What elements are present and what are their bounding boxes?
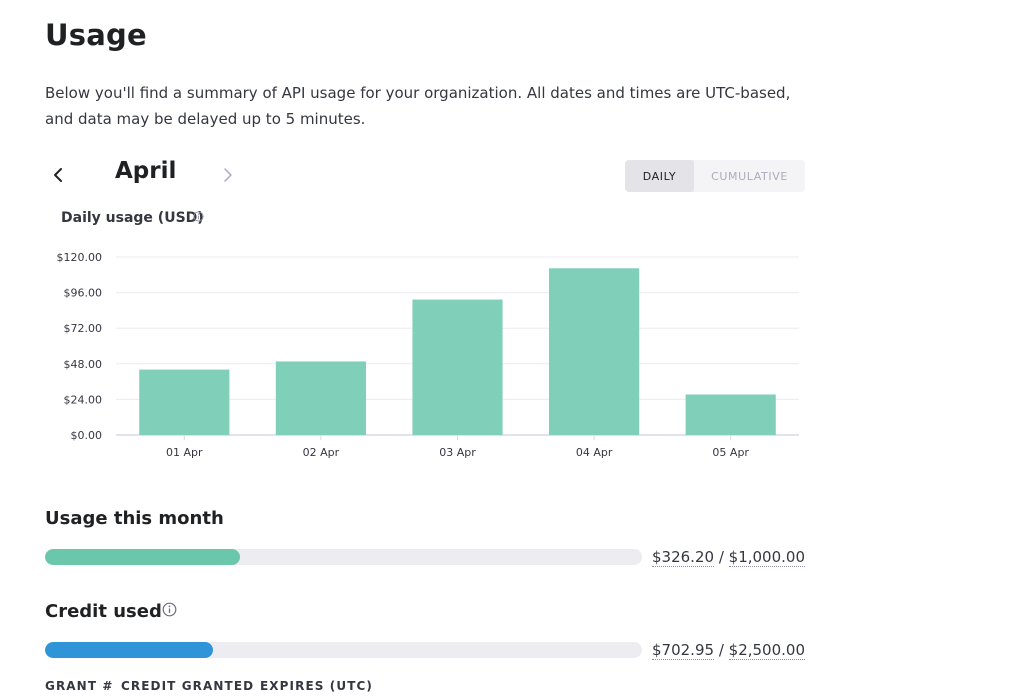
usage-progress-bar — [45, 549, 642, 565]
column-header-grant: GRANT # — [45, 679, 114, 693]
month-label: April — [115, 158, 177, 184]
y-tick-label: $96.00 — [64, 287, 103, 300]
y-tick-label: $120.00 — [57, 251, 103, 264]
credit-progress-bar — [45, 642, 642, 658]
x-tick-label: 01 Apr — [166, 446, 203, 459]
chart-bar — [139, 369, 230, 435]
chart-bar — [685, 394, 776, 435]
chart-bar — [412, 299, 503, 435]
view-toggle: DAILY CUMULATIVE — [625, 160, 805, 192]
info-icon[interactable] — [162, 602, 177, 617]
credit-used-heading: Credit used — [45, 601, 162, 622]
page-description: Below you'll find a summary of API usage… — [45, 84, 791, 128]
chart-bar — [275, 361, 366, 435]
tab-cumulative[interactable]: CUMULATIVE — [694, 160, 805, 192]
usage-limit-link[interactable]: $1,000.00 — [728, 548, 805, 567]
info-icon[interactable] — [193, 211, 204, 222]
column-header-credit-granted: CREDIT GRANTED — [121, 679, 255, 693]
x-tick-label: 04 Apr — [576, 446, 613, 459]
x-tick-label: 05 Apr — [712, 446, 749, 459]
x-tick-label: 03 Apr — [439, 446, 476, 459]
usage-used-link[interactable]: $326.20 — [652, 548, 715, 567]
y-tick-label: $72.00 — [64, 322, 103, 335]
previous-month-button[interactable] — [47, 163, 69, 187]
credit-separator: / — [718, 641, 724, 659]
usage-progress-fill — [45, 549, 240, 565]
daily-usage-chart: $0.00 $24.00 $48.00 $72.00 $96.00 $120.00 01 A… — [57, 251, 799, 459]
credit-amount: $702.95 / $2,500.00 — [652, 641, 805, 660]
usage-month-heading: Usage this month — [45, 508, 224, 529]
credit-progress-fill — [45, 642, 213, 658]
column-header-expires: EXPIRES (UTC) — [260, 679, 373, 693]
y-tick-label: $48.00 — [64, 358, 103, 371]
x-tick-label: 02 Apr — [303, 446, 340, 459]
tab-daily[interactable]: DAILY — [625, 160, 694, 192]
y-tick-label: $24.00 — [64, 393, 103, 406]
next-month-button[interactable] — [217, 163, 239, 187]
usage-amount: $326.20 / $1,000.00 — [652, 548, 805, 567]
chart-bar — [549, 268, 640, 435]
chevron-left-icon — [54, 168, 62, 182]
credit-used-link[interactable]: $702.95 — [652, 641, 715, 660]
credit-total-link[interactable]: $2,500.00 — [728, 641, 805, 660]
usage-separator: / — [718, 548, 724, 566]
chart-title: Daily usage (USD) — [61, 210, 204, 226]
page-title: Usage — [45, 18, 147, 52]
y-tick-label: $0.00 — [71, 429, 103, 442]
chevron-right-icon — [224, 168, 232, 182]
